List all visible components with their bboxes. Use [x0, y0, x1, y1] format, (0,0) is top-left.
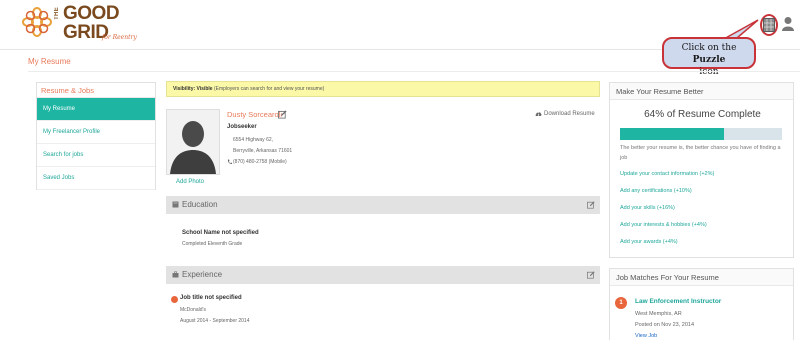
instruction-callout: Click on the Puzzle icon: [662, 37, 756, 77]
job-match-title[interactable]: Law Enforcement Instructor: [635, 298, 721, 305]
tip-certifications[interactable]: Add any certifications (+10%): [620, 188, 692, 194]
education-heading: Education: [182, 200, 218, 209]
briefcase-icon: [172, 271, 179, 278]
profile-role: Jobseeker: [227, 124, 257, 130]
download-resume-button[interactable]: Download Resume: [535, 111, 595, 117]
cloud-download-icon: [535, 112, 542, 116]
tip-awards[interactable]: Add your awards (+4%): [620, 239, 678, 245]
title-divider: [28, 71, 800, 72]
tip-interests-hobbies[interactable]: Add your interests & hobbies (+4%): [620, 222, 707, 228]
edit-education-icon[interactable]: [587, 201, 595, 209]
visibility-bar[interactable]: Visibility: Visible (Employers can searc…: [166, 81, 600, 97]
add-photo-link[interactable]: Add Photo: [176, 179, 204, 185]
book-icon: [172, 201, 179, 208]
logo-flower-icon: [22, 7, 52, 37]
callout-prefix: Click on the: [681, 43, 737, 53]
phone-icon: [227, 159, 232, 165]
user-profile-icon[interactable]: [781, 16, 795, 32]
experience-dates: August 2014 - September 2014: [180, 318, 250, 324]
resume-progress-bar: [620, 128, 782, 140]
tip-skills[interactable]: Add your skills (+16%): [620, 205, 675, 211]
education-school: School Name not specified: [182, 230, 259, 236]
callout-suffix: icon: [699, 67, 719, 77]
resume-better-panel: Make Your Resume Better 64% of Resume Co…: [609, 82, 794, 258]
puzzle-button[interactable]: [760, 14, 778, 36]
visibility-note: (Employers can search for and view your …: [212, 86, 325, 92]
sidebar-item-freelancer-profile[interactable]: My Freelancer Profile: [37, 121, 155, 144]
job-matches-heading: Job Matches For Your Resume: [610, 269, 793, 286]
page-title: My Resume: [28, 57, 71, 66]
sidebar-item-my-resume[interactable]: My Resume: [37, 98, 155, 121]
job-match-posted-date: Posted on Nov 23, 2014: [635, 322, 695, 328]
resume-better-heading: Make Your Resume Better: [610, 83, 793, 100]
education-section-header: Education: [166, 196, 600, 214]
profile-photo: [166, 109, 220, 175]
sidebar: Resume & Jobs My Resume My Freelancer Pr…: [36, 82, 156, 190]
experience-company: McDonald's: [180, 307, 206, 313]
experience-section-header: Experience: [166, 266, 600, 284]
profile-name: Dusty Sorcearoli: [227, 110, 283, 119]
education-grade: Completed Eleventh Grade: [182, 241, 243, 247]
resume-advice: The better your resume is, the better ch…: [620, 145, 781, 161]
callout-emphasis: Puzzle: [692, 55, 726, 65]
visibility-status: Visibility: Visible: [173, 86, 213, 92]
sidebar-heading: Resume & Jobs: [37, 83, 155, 98]
profile-address-line1: 6554 Highway 62,: [233, 137, 274, 143]
the-good-grid-logo[interactable]: THE GOOD GRID for Reentry: [22, 3, 137, 47]
experience-title: Job title not specified: [180, 295, 242, 301]
logo-the-text: THE: [54, 7, 60, 20]
download-resume-label: Download Resume: [544, 111, 595, 117]
puzzle-grid-icon: [763, 18, 775, 32]
experience-bullet-icon: [171, 296, 178, 303]
view-job-link[interactable]: View Job: [635, 333, 657, 339]
sidebar-item-saved-jobs[interactable]: Saved Jobs: [37, 167, 155, 190]
logo-good-text: GOOD: [63, 3, 120, 24]
resume-complete-percent: 64% of Resume Complete: [644, 109, 761, 120]
job-matches-panel: Job Matches For Your Resume 1 Law Enforc…: [609, 268, 794, 340]
edit-experience-icon[interactable]: [587, 271, 595, 279]
profile-address-line2: Berryville, Arkansas 71601: [233, 148, 293, 154]
avatar-placeholder-icon: [167, 110, 219, 174]
tip-contact-info[interactable]: Update your contact information (+2%): [620, 171, 714, 177]
resume-progress-fill: [620, 128, 724, 140]
job-match-number-badge: 1: [615, 297, 627, 309]
logo-tagline: for Reentry: [102, 34, 137, 41]
experience-heading: Experience: [182, 270, 223, 279]
edit-profile-icon[interactable]: [278, 110, 287, 119]
profile-phone: (870) 480-2758 (Mobile): [233, 159, 287, 165]
job-match-location: West Memphis, AR: [635, 311, 682, 317]
sidebar-item-search-jobs[interactable]: Search for jobs: [37, 144, 155, 167]
